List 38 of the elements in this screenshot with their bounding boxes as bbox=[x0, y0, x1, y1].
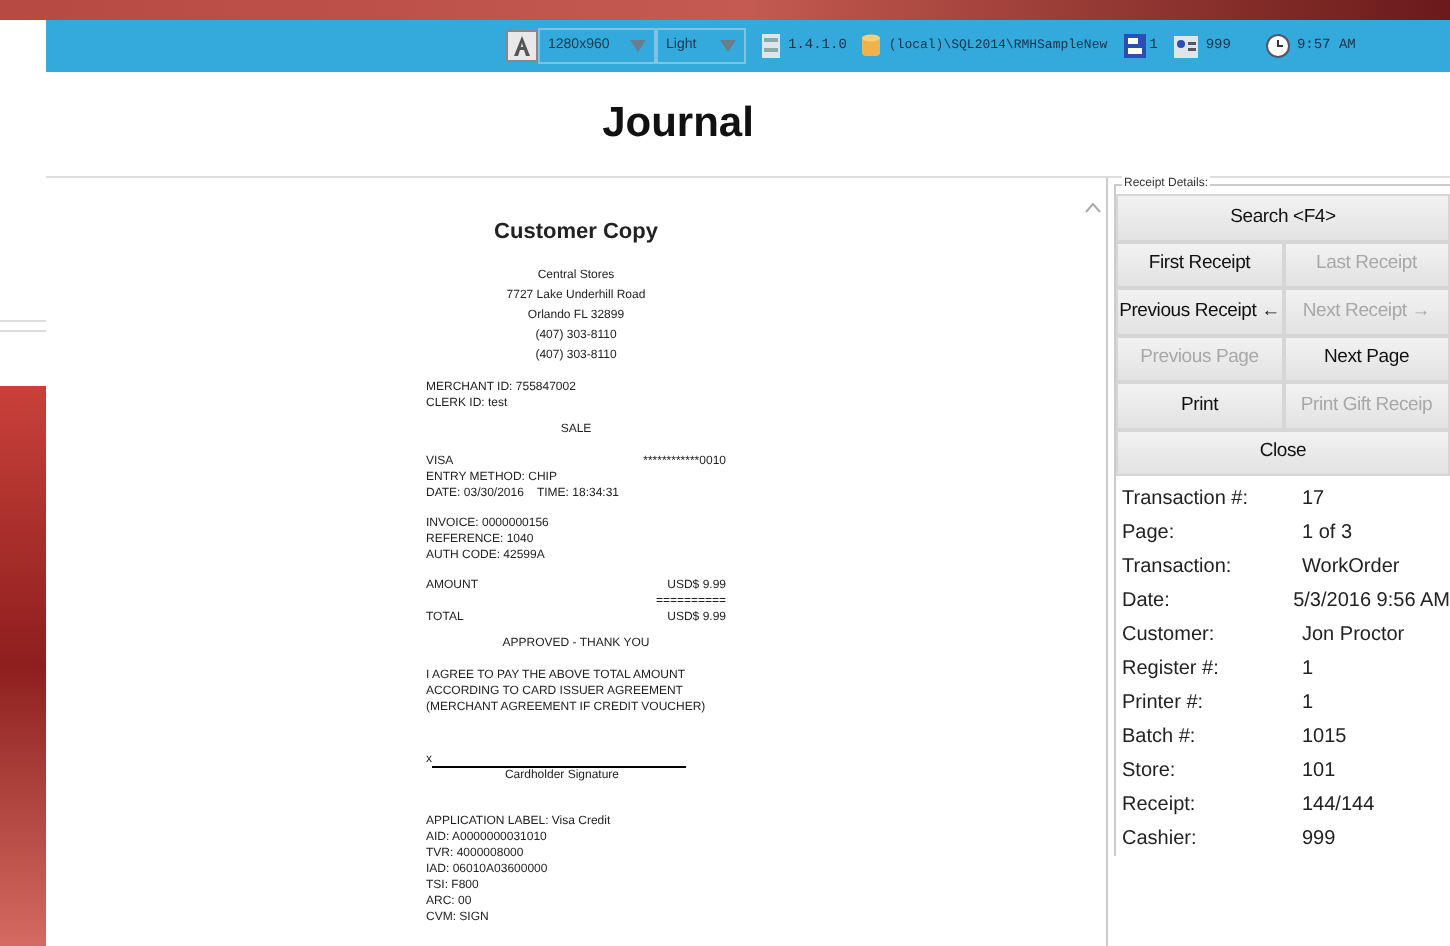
field-label: Date: bbox=[1122, 588, 1172, 616]
field-label: Customer: bbox=[1122, 622, 1217, 650]
field-label: Receipt: bbox=[1122, 792, 1198, 820]
field-value: 5/3/2016 9:56 AM bbox=[1293, 588, 1450, 616]
field-value: 1 bbox=[1302, 656, 1314, 684]
field-label: Printer #: bbox=[1122, 690, 1206, 718]
field-label: Transaction: bbox=[1122, 554, 1234, 582]
action-button[interactable]: First Receipt bbox=[1116, 241, 1283, 288]
page-title: Journal bbox=[602, 98, 754, 151]
field-label: Register #: bbox=[1122, 656, 1221, 684]
field-label: Transaction #: bbox=[1122, 486, 1250, 514]
caret-icon bbox=[630, 40, 646, 52]
field-label: Batch #: bbox=[1122, 724, 1198, 752]
field-value: 101 bbox=[1302, 758, 1336, 786]
database-icon bbox=[862, 34, 881, 58]
register-icon bbox=[1123, 34, 1146, 58]
cashier-icon bbox=[1173, 35, 1198, 57]
field-value: WorkOrder bbox=[1302, 554, 1400, 582]
caret-icon bbox=[720, 40, 736, 52]
field-value: 1015 bbox=[1302, 724, 1347, 752]
server-icon bbox=[762, 34, 780, 58]
field-label: Page: bbox=[1122, 520, 1177, 548]
action-button[interactable]: Print bbox=[1116, 382, 1283, 429]
field-value: Jon Proctor bbox=[1302, 622, 1405, 650]
field-label: Store: bbox=[1122, 758, 1178, 786]
font-icon[interactable] bbox=[506, 30, 538, 62]
receipt-title: Customer Copy bbox=[492, 218, 660, 246]
clock-icon bbox=[1266, 34, 1291, 58]
field-value: 999 bbox=[1302, 826, 1336, 854]
field-value: 144/144 bbox=[1302, 792, 1375, 820]
action-button[interactable]: Next Page bbox=[1283, 335, 1450, 382]
field-value: 1 bbox=[1302, 690, 1314, 718]
field-value: 17 bbox=[1302, 486, 1325, 514]
action-button[interactable]: Search <F4> bbox=[1116, 194, 1450, 241]
action-button[interactable]: Previous Receipt ← bbox=[1116, 288, 1283, 335]
action-button[interactable]: Close bbox=[1116, 429, 1450, 476]
field-label: Cashier: bbox=[1122, 826, 1199, 854]
field-value: 1 of 3 bbox=[1302, 520, 1353, 548]
